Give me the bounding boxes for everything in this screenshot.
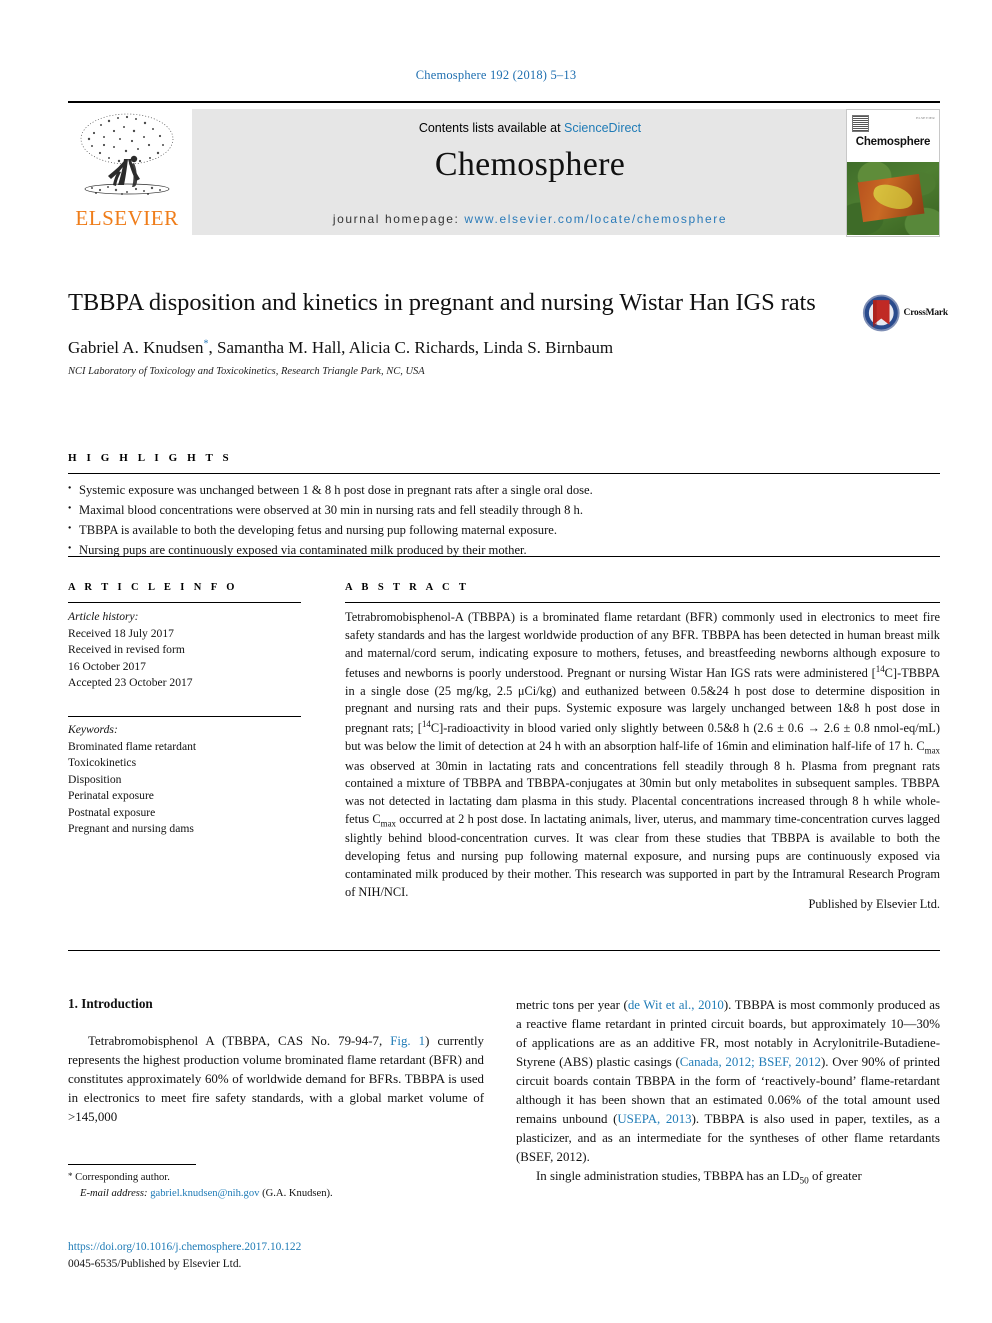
elsevier-logo: ELSEVIER: [68, 109, 186, 235]
contents-prefix: Contents lists available at: [418, 121, 565, 135]
published-by-line: Published by Elsevier Ltd.: [808, 897, 940, 911]
footnote-block: * Corresponding author. E-mail address: …: [68, 1170, 488, 1202]
paper-page: Chemosphere 192 (2018) 5–13 ELSEVIER Con…: [0, 0, 992, 1323]
highlights-list: Systemic exposure was unchanged between …: [68, 481, 940, 561]
abstract-text: Tetrabromobisphenol-A (TBBPA) is a bromi…: [345, 610, 940, 900]
email-note: E-mail address: gabriel.knudsen@nih.gov …: [68, 1186, 488, 1202]
article-history-item: 16 October 2017: [68, 659, 146, 673]
abstract-rule: [345, 602, 940, 603]
paragraph: Tetrabromobisphenol A (TBBPA, CAS No. 79…: [68, 1034, 485, 1124]
journal-homepage-link[interactable]: www.elsevier.com/locate/chemosphere: [464, 212, 727, 226]
highlights-rule-bottom: [68, 556, 940, 557]
journal-homepage-line: journal homepage: www.elsevier.com/locat…: [192, 212, 868, 226]
article-info-heading: A R T I C L E I N F O: [68, 582, 238, 593]
elsevier-tree-icon: [80, 113, 174, 195]
article-history-item: Accepted 23 October 2017: [68, 676, 193, 690]
footnote-rule: [68, 1164, 196, 1165]
abstract-bottom-rule: [68, 950, 940, 951]
keyword-item: Disposition: [68, 772, 122, 786]
page-title: TBBPA disposition and kinetics in pregna…: [68, 289, 816, 316]
journal-cover-thumbnail: ELSEVIER Chemosphere: [846, 109, 940, 237]
abstract-heading: A B S T R A C T: [345, 582, 470, 593]
section-heading-introduction: 1. Introduction: [68, 996, 153, 1011]
journal-masthead: ELSEVIER Contents lists available at Sci…: [68, 101, 940, 237]
sciencedirect-link[interactable]: ScienceDirect: [564, 121, 641, 135]
doi-block: https://doi.org/10.1016/j.chemosphere.20…: [68, 1239, 488, 1272]
citation-link[interactable]: Canada, 2012; BSEF, 2012: [680, 1055, 821, 1069]
keyword-item: Perinatal exposure: [68, 789, 154, 803]
doi-link[interactable]: https://doi.org/10.1016/j.chemosphere.20…: [68, 1239, 488, 1256]
corresponding-author-note: * Corresponding author.: [68, 1170, 488, 1186]
keywords-block: Keywords: Brominated flame retardant Tox…: [68, 722, 308, 838]
issn-copyright-line: 0045-6535/Published by Elsevier Ltd.: [68, 1257, 242, 1270]
journal-title: Chemosphere: [434, 146, 626, 183]
list-item: Nursing pups are continuously exposed vi…: [68, 541, 940, 561]
keywords-label: Keywords:: [68, 723, 118, 736]
title-block: TBBPA disposition and kinetics in pregna…: [68, 288, 858, 377]
citation-link[interactable]: de Wit et al., 2010: [628, 998, 724, 1012]
article-history-label: Article history:: [68, 610, 139, 623]
cover-publisher-text: ELSEVIER: [916, 116, 935, 120]
keywords-rule: [68, 716, 301, 717]
list-item: Systemic exposure was unchanged between …: [68, 481, 940, 501]
paragraph: In single administration studies, TBBPA …: [536, 1168, 862, 1187]
body-column-left: Tetrabromobisphenol A (TBBPA, CAS No. 79…: [68, 1032, 484, 1127]
highlights-rule-top: [68, 473, 940, 474]
keyword-item: Brominated flame retardant: [68, 739, 197, 753]
body-column-right: metric tons per year (de Wit et al., 201…: [516, 996, 940, 1189]
crossmark-icon: [862, 294, 900, 332]
citation-link[interactable]: BSEF, 2012: [758, 1055, 821, 1069]
email-link[interactable]: gabriel.knudsen@nih.gov: [150, 1188, 259, 1199]
keyword-item: Postnatal exposure: [68, 805, 156, 819]
keyword-item: Pregnant and nursing dams: [68, 822, 194, 836]
article-info-rule: [68, 602, 301, 603]
list-item: Maximal blood concentrations were observ…: [68, 501, 940, 521]
journal-band: Contents lists available at ScienceDirec…: [192, 109, 868, 235]
crossmark-label: CrossMark: [903, 308, 949, 318]
cover-photo: [847, 162, 939, 235]
running-head: Chemosphere 192 (2018) 5–13: [415, 68, 577, 82]
article-history-block: Article history: Received 18 July 2017 R…: [68, 609, 308, 692]
corresponding-author-label: Corresponding author.: [75, 1172, 170, 1183]
author-list: Gabriel A. Knudsen*, Samantha M. Hall, A…: [68, 337, 614, 357]
list-item: TBBPA is available to both the developin…: [68, 521, 940, 541]
article-history-item: Received in revised form: [68, 643, 185, 657]
paragraph: metric tons per year (de Wit et al., 201…: [516, 998, 940, 1164]
email-owner: (G.A. Knudsen).: [262, 1187, 333, 1199]
article-history-item: Received 18 July 2017: [68, 626, 174, 640]
homepage-prefix: journal homepage:: [332, 212, 465, 226]
figure-link[interactable]: Fig. 1: [390, 1034, 425, 1048]
elsevier-wordmark: ELSEVIER: [75, 206, 179, 230]
cover-journal-name: Chemosphere: [855, 136, 931, 148]
contents-available-line: Contents lists available at ScienceDirec…: [419, 121, 641, 135]
asterisk-icon: *: [68, 1171, 73, 1181]
citation-link[interactable]: USEPA, 2013: [617, 1112, 691, 1126]
cover-barcode-icon: [852, 115, 869, 132]
keyword-item: Toxicokinetics: [68, 756, 137, 770]
highlights-heading: H I G H L I G H T S: [68, 452, 233, 464]
affiliation: NCI Laboratory of Toxicology and Toxicok…: [68, 365, 425, 377]
email-label: E-mail address:: [80, 1187, 148, 1199]
cover-top: ELSEVIER Chemosphere: [847, 110, 939, 162]
crossmark-badge[interactable]: CrossMark: [862, 290, 948, 336]
